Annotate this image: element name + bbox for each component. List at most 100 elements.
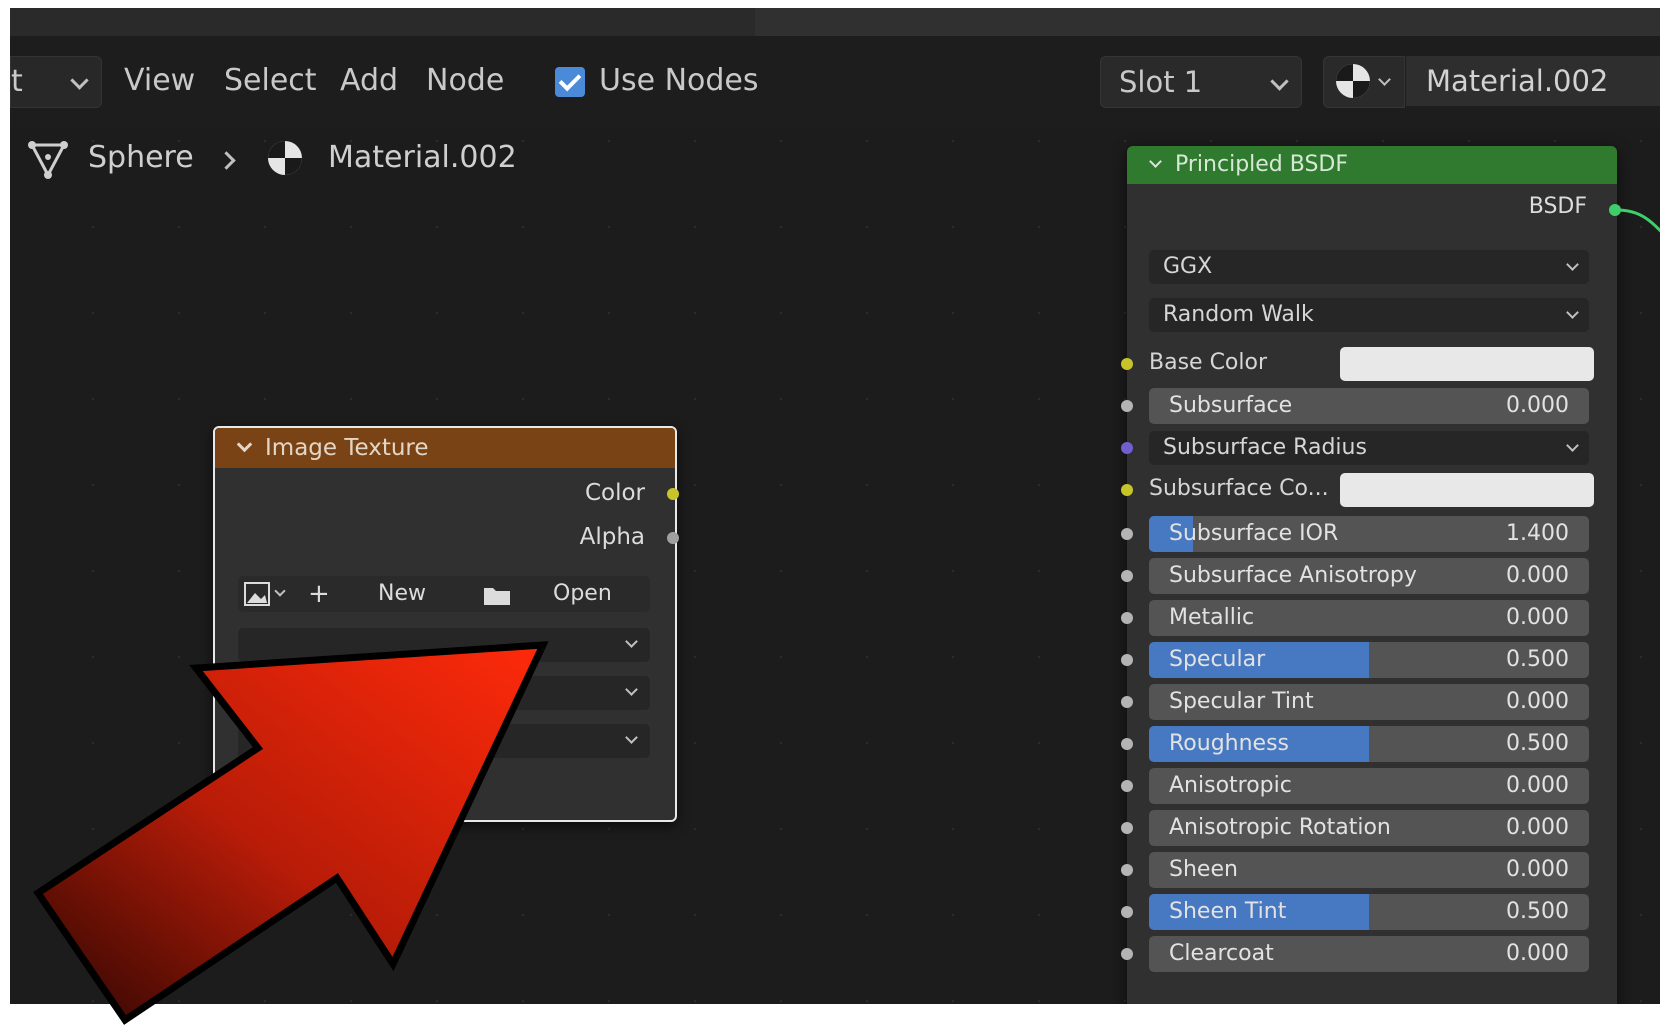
menu-add[interactable]: Add [340,56,398,106]
field-value: 0.000 [1506,393,1569,418]
bsdf-output-label: BSDF [1528,194,1587,219]
chevron-down-icon [625,731,638,744]
field-label: Sheen [1169,857,1238,882]
menu-view[interactable]: View [124,56,195,106]
chevron-down-icon [1566,306,1579,319]
subsurface-field[interactable]: Subsurface 0.000 [1149,388,1589,424]
subsurface-ior-field[interactable]: Subsurface IOR 1.400 [1149,516,1589,552]
chevron-down-icon [236,436,253,453]
principled-bsdf-node[interactable]: Principled BSDF BSDF GGX Random Walk Bas… [1121,146,1660,1004]
top-strip [10,8,1660,36]
image-icon[interactable] [244,582,270,606]
open-image-button[interactable]: Open [553,576,612,612]
folder-icon [484,588,510,605]
material-sphere-icon [1336,64,1370,98]
slot-select[interactable]: Slot 1 [1100,56,1302,108]
node-header[interactable]: Image Texture [215,428,675,468]
field-label: Subsurface [1169,393,1293,418]
metallic-socket[interactable] [1121,612,1133,624]
field-value: 0.500 [1506,731,1569,756]
sheen-field[interactable]: Sheen 0.000 [1149,852,1589,888]
subsurface-radius-dropdown[interactable]: Subsurface Radius [1149,431,1589,465]
field-value: 0.000 [1506,689,1569,714]
base-color-label: Base Color [1149,350,1268,375]
subsurface-color-label: Subsurface Co... [1149,476,1329,501]
field-label: Subsurface Anisotropy [1169,563,1417,588]
roughness-field[interactable]: Roughness 0.500 [1149,726,1589,762]
field-label: Sheen Tint [1169,899,1287,924]
menu-node[interactable]: Node [426,56,504,106]
field-value: 0.000 [1506,773,1569,798]
anisotropic-rotation-field[interactable]: Anisotropic Rotation 0.000 [1149,810,1589,846]
field-label: Clearcoat [1169,941,1274,966]
image-texture-node[interactable]: Image Texture Color Alpha + New Open [213,426,679,822]
field-label: Subsurface IOR [1169,521,1339,546]
field-label: Specular Tint [1169,689,1314,714]
subsurface-anisotropy-socket[interactable] [1121,570,1133,582]
projection-dropdown[interactable] [238,676,650,710]
subsurface-method-dropdown[interactable]: Random Walk [1149,298,1589,332]
chevron-down-icon [1566,439,1579,452]
anisotropic-field[interactable]: Anisotropic 0.000 [1149,768,1589,804]
specular-tint-socket[interactable] [1121,696,1133,708]
field-value: 0.000 [1506,941,1569,966]
subsurface-color-socket[interactable] [1121,484,1133,496]
interpolation-dropdown[interactable] [238,628,650,662]
use-nodes-checkbox[interactable] [555,67,585,97]
node-header[interactable]: Principled BSDF [1127,146,1617,184]
breadcrumb-material: Material.002 [328,140,517,175]
node-editor[interactable]: t View Select Add Node Use Nodes Slot 1 … [10,8,1660,1004]
use-nodes-label: Use Nodes [599,63,759,98]
base-color-swatch[interactable] [1340,347,1594,381]
new-image-button[interactable]: New [378,576,426,612]
metallic-field[interactable]: Metallic 0.000 [1149,600,1589,636]
node-title: Image Texture [265,435,429,461]
subsurface-ior-socket[interactable] [1121,528,1133,540]
editor-header: t View Select Add Node Use Nodes Slot 1 … [10,36,1660,128]
app-window: t View Select Add Node Use Nodes Slot 1 … [0,0,1660,1026]
chevron-down-icon [625,635,638,648]
field-value: 0.000 [1506,857,1569,882]
field-value: 0.000 [1506,605,1569,630]
chevron-down-icon [70,71,89,90]
mode-label: t [11,64,23,99]
clearcoat-socket[interactable] [1121,948,1133,960]
subsurface-radius-socket[interactable] [1121,442,1133,454]
sheen-tint-field[interactable]: Sheen Tint 0.500 [1149,894,1589,930]
distribution-dropdown[interactable]: GGX [1149,250,1589,284]
roughness-socket[interactable] [1121,738,1133,750]
extension-dropdown[interactable] [238,724,650,758]
sheen-tint-socket[interactable] [1121,906,1133,918]
material-name-field[interactable]: Material.002 [1406,56,1660,106]
subsurface-socket[interactable] [1121,400,1133,412]
clearcoat-field[interactable]: Clearcoat 0.000 [1149,936,1589,972]
field-value: 0.000 [1506,815,1569,840]
field-label: Metallic [1169,605,1255,630]
material-name: Material.002 [1426,64,1609,98]
specular-tint-field[interactable]: Specular Tint 0.000 [1149,684,1589,720]
alpha-output-socket[interactable] [667,532,679,544]
subsurface-anisotropy-field[interactable]: Subsurface Anisotropy 0.000 [1149,558,1589,594]
image-new-open-bar: + New Open [238,576,650,612]
menu-select[interactable]: Select [224,56,317,106]
chevron-right-icon [217,151,236,170]
output-link [1616,208,1660,233]
specular-field[interactable]: Specular 0.500 [1149,642,1589,678]
material-sphere-icon [268,141,302,175]
sheen-socket[interactable] [1121,864,1133,876]
anisotropic-rotation-socket[interactable] [1121,822,1133,834]
material-browse-button[interactable] [1323,56,1405,108]
color-output-socket[interactable] [667,488,679,500]
field-value: 0.500 [1506,647,1569,672]
chevron-down-icon [1566,258,1579,271]
anisotropic-socket[interactable] [1121,780,1133,792]
editor-mode-select[interactable]: t [10,56,102,108]
field-label: Anisotropic Rotation [1169,815,1391,840]
slot-label: Slot 1 [1119,65,1203,99]
subsurface-color-swatch[interactable] [1340,473,1594,507]
base-color-socket[interactable] [1121,358,1133,370]
field-label: Specular [1169,647,1266,672]
field-value: 0.000 [1506,563,1569,588]
specular-socket[interactable] [1121,654,1133,666]
field-label: Anisotropic [1169,773,1292,798]
